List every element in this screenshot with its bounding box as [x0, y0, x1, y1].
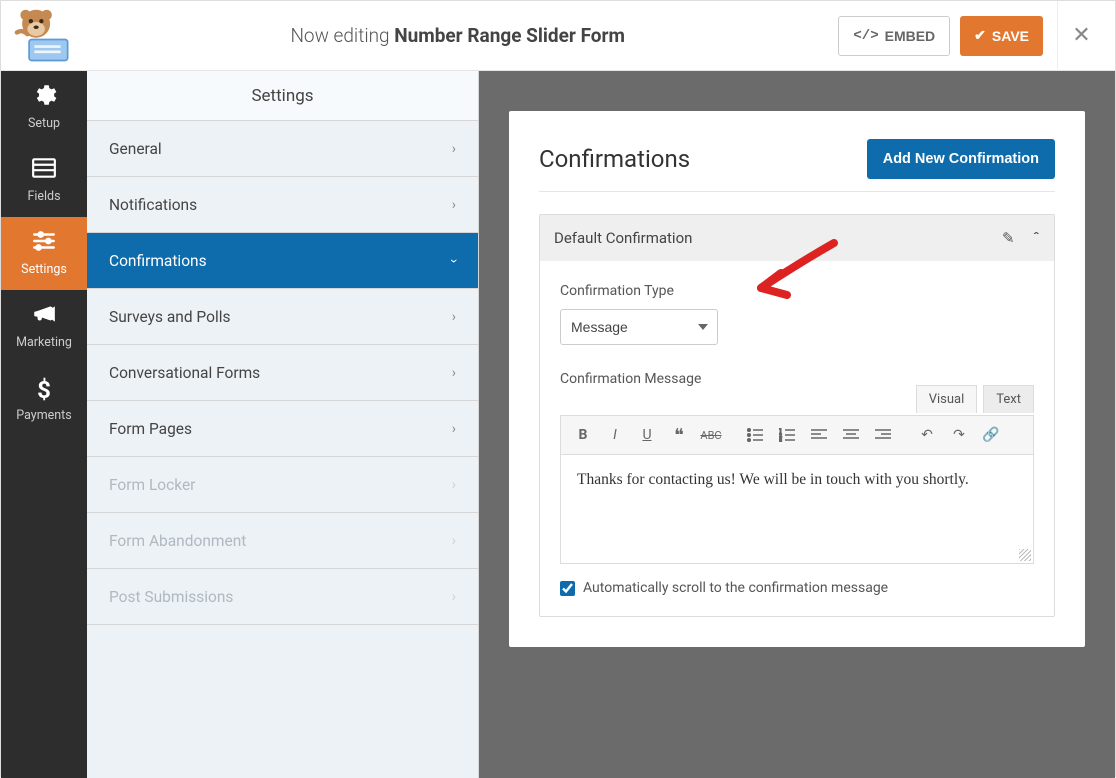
embed-button[interactable]: </> EMBED [838, 16, 950, 56]
resize-handle[interactable] [1019, 549, 1031, 561]
nav-setup-label: Setup [28, 116, 60, 131]
chevron-right-icon: › [452, 309, 456, 325]
settings-item-general[interactable]: General › [87, 121, 478, 177]
link-button[interactable]: 🔗 [977, 422, 1005, 448]
fields-icon [31, 158, 57, 184]
redo-button[interactable]: ↷ [945, 422, 973, 448]
sliders-icon [31, 231, 57, 257]
gear-icon [31, 85, 57, 111]
chevron-right-icon: › [452, 589, 456, 605]
confirmation-title: Default Confirmation [554, 229, 692, 247]
check-icon: ✔ [974, 27, 986, 44]
settings-item-label: Conversational Forms [109, 364, 260, 382]
confirmation-header[interactable]: Default Confirmation ✎ ˆ [540, 215, 1054, 261]
edit-icon[interactable]: ✎ [1002, 229, 1015, 247]
settings-item-surveys[interactable]: Surveys and Polls › [87, 289, 478, 345]
nav-marketing-label: Marketing [16, 335, 72, 350]
nav-payments[interactable]: $ Payments [1, 363, 87, 436]
number-list-button[interactable]: 123 [773, 422, 801, 448]
autoscroll-label: Automatically scroll to the confirmation… [583, 580, 888, 596]
chevron-right-icon: › [452, 197, 456, 213]
italic-button[interactable]: I [601, 422, 629, 448]
embed-button-label: EMBED [885, 28, 936, 44]
editor-tab-text[interactable]: Text [983, 385, 1034, 413]
settings-panel: Settings General › Notifications › Confi… [87, 71, 479, 778]
code-icon: </> [853, 28, 878, 44]
nav-marketing[interactable]: Marketing [1, 290, 87, 363]
undo-button[interactable]: ↶ [913, 422, 941, 448]
editing-prefix: Now editing [290, 24, 394, 47]
confirmation-body: Confirmation Type Message Confirmation M… [540, 261, 1054, 616]
save-button[interactable]: ✔ SAVE [960, 16, 1043, 56]
chevron-right-icon: › [452, 141, 456, 157]
divider [539, 191, 1055, 192]
nav-fields[interactable]: Fields [1, 144, 87, 217]
nav-setup[interactable]: Setup [1, 71, 87, 144]
autoscroll-row[interactable]: Automatically scroll to the confirmation… [560, 580, 1034, 596]
chevron-right-icon: › [452, 533, 456, 549]
editor-tab-visual[interactable]: Visual [916, 385, 978, 413]
nav-payments-label: Payments [16, 408, 71, 423]
align-right-button[interactable] [869, 422, 897, 448]
chevron-right-icon: › [452, 421, 456, 437]
confirmations-card: Confirmations Add New Confirmation Defau… [509, 111, 1085, 647]
settings-item-confirmations[interactable]: Confirmations › [87, 233, 478, 289]
settings-item-label: Post Submissions [109, 588, 233, 606]
add-confirmation-button[interactable]: Add New Confirmation [867, 139, 1055, 179]
wpforms-logo-icon [13, 8, 75, 64]
close-icon: ✕ [1072, 23, 1090, 48]
collapse-icon[interactable]: ˆ [1033, 229, 1040, 247]
settings-item-label: Form Abandonment [109, 532, 246, 550]
save-button-label: SAVE [992, 28, 1029, 44]
settings-item-label: General [109, 140, 162, 158]
settings-item-label: Confirmations [109, 252, 207, 270]
settings-panel-title: Settings [87, 71, 478, 121]
chevron-down-icon: › [446, 258, 462, 262]
bullhorn-icon [31, 304, 57, 330]
chevron-right-icon: › [452, 365, 456, 381]
close-button[interactable]: ✕ [1057, 1, 1105, 71]
chevron-right-icon: › [452, 477, 456, 493]
left-nav: Setup Fields Settings Marketing $ Paymen… [1, 71, 87, 778]
align-center-button[interactable] [837, 422, 865, 448]
autoscroll-checkbox[interactable] [560, 581, 575, 596]
bold-button[interactable]: B [569, 422, 597, 448]
editor-content[interactable]: Thanks for contacting us! We will be in … [561, 455, 1033, 563]
editing-title: Now editing Number Range Slider Form [87, 24, 828, 47]
settings-item-conversational[interactable]: Conversational Forms › [87, 345, 478, 401]
rich-text-editor: B I U ❝ ABC 123 [560, 415, 1034, 564]
settings-item-notifications[interactable]: Notifications › [87, 177, 478, 233]
bullet-list-button[interactable] [741, 422, 769, 448]
strikethrough-button[interactable]: ABC [697, 422, 725, 448]
settings-item-post-submissions[interactable]: Post Submissions › [87, 569, 478, 625]
settings-item-label: Notifications [109, 196, 197, 214]
nav-fields-label: Fields [27, 189, 60, 204]
nav-settings[interactable]: Settings [1, 217, 87, 290]
confirmation-type-select[interactable]: Message [560, 309, 718, 345]
settings-item-label: Surveys and Polls [109, 308, 230, 326]
settings-list: General › Notifications › Confirmations … [87, 121, 478, 625]
confirmation-item: Default Confirmation ✎ ˆ Confirmation Ty… [539, 214, 1055, 617]
settings-item-form-pages[interactable]: Form Pages › [87, 401, 478, 457]
nav-settings-label: Settings [21, 262, 67, 277]
align-left-button[interactable] [805, 422, 833, 448]
settings-item-label: Form Pages [109, 420, 192, 438]
confirmation-type-label: Confirmation Type [560, 283, 1034, 299]
form-name: Number Range Slider Form [394, 24, 625, 47]
confirmations-heading: Confirmations [539, 145, 690, 173]
svg-text:3: 3 [779, 438, 782, 442]
blockquote-button[interactable]: ❝ [665, 422, 693, 448]
top-bar: Now editing Number Range Slider Form </>… [1, 1, 1115, 71]
settings-item-form-abandonment[interactable]: Form Abandonment › [87, 513, 478, 569]
dollar-icon: $ [31, 377, 57, 403]
underline-button[interactable]: U [633, 422, 661, 448]
canvas: Confirmations Add New Confirmation Defau… [479, 71, 1115, 778]
settings-item-label: Form Locker [109, 476, 195, 494]
editor-toolbar: B I U ❝ ABC 123 [561, 416, 1033, 455]
app-logo [1, 1, 87, 71]
settings-item-form-locker[interactable]: Form Locker › [87, 457, 478, 513]
